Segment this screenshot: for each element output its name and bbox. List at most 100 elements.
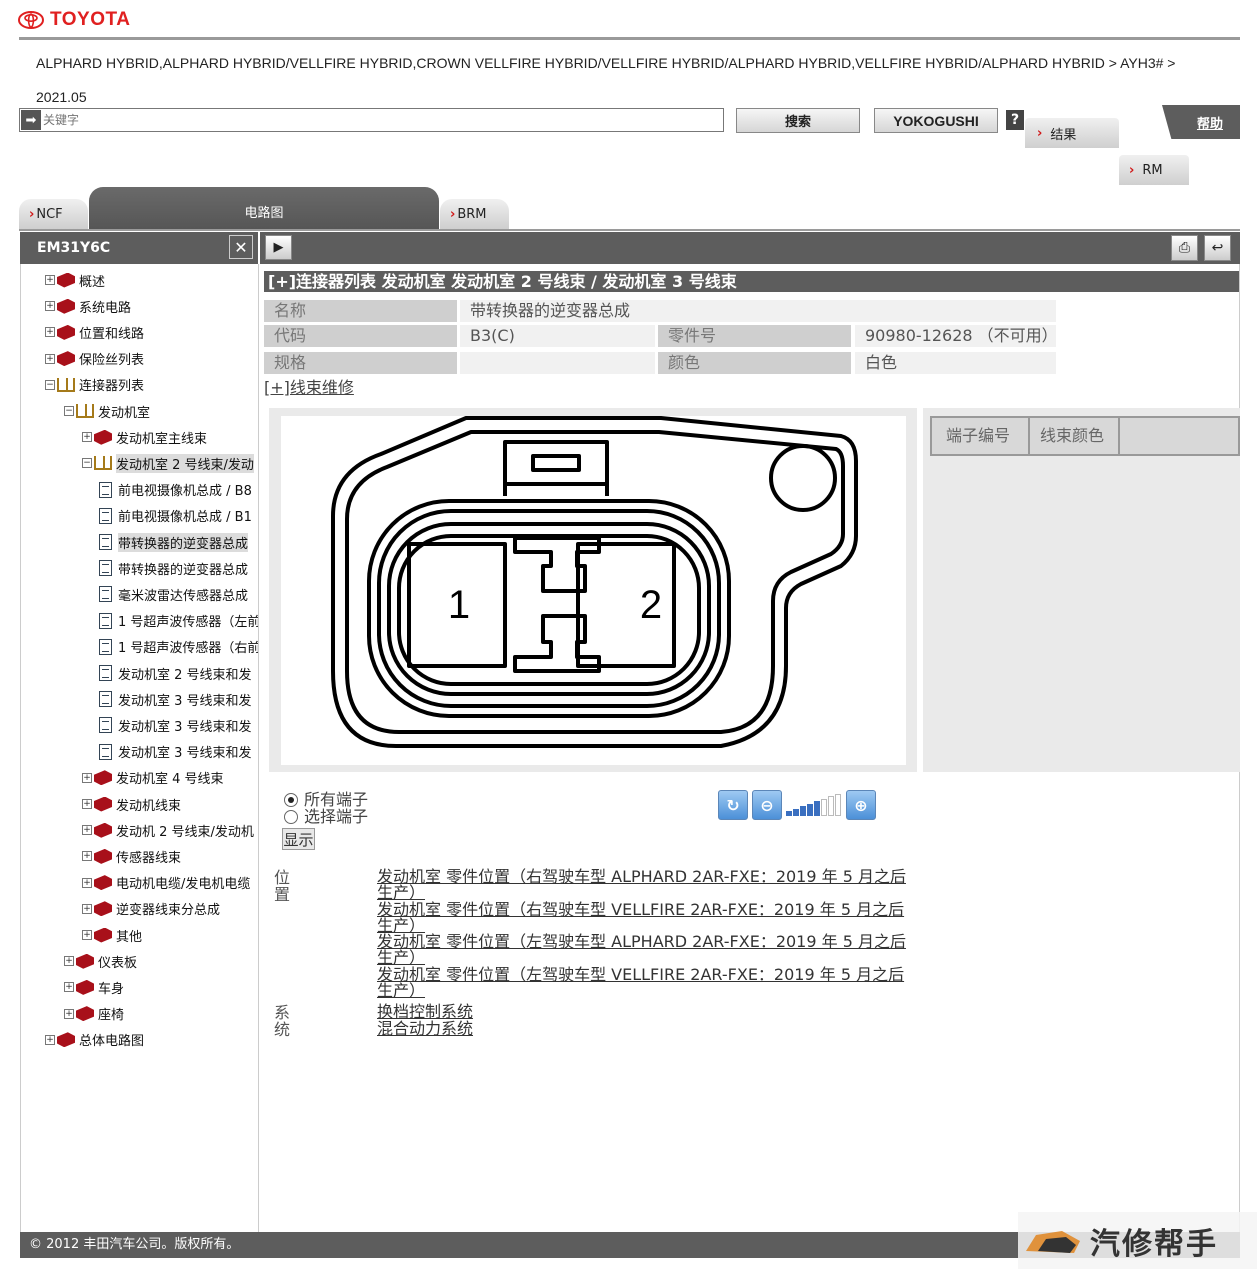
tree-item[interactable]: + 传感器线束 bbox=[82, 845, 181, 867]
tree-item[interactable]: − 连接器列表 bbox=[45, 374, 144, 396]
tree-item[interactable]: + 电动机电缆/发电机电缆 bbox=[82, 872, 250, 894]
document-icon bbox=[99, 717, 112, 734]
document-icon bbox=[99, 638, 112, 655]
closed-book-icon bbox=[94, 848, 112, 864]
close-panel-button[interactable]: ✕ bbox=[229, 235, 253, 259]
tab-ncf[interactable]: › NCF bbox=[19, 199, 88, 230]
arrow-right-icon[interactable]: ➡ bbox=[21, 110, 41, 130]
yokogushi-button[interactable]: YOKOGUSHI bbox=[874, 108, 998, 133]
tree-item-label: 发动机线束 bbox=[116, 798, 182, 814]
expand-icon[interactable]: + bbox=[82, 851, 92, 862]
help-question-icon[interactable]: ? bbox=[1006, 110, 1024, 130]
tree-item-label: 发动机室 3 号线束和发 bbox=[118, 693, 252, 709]
show-button[interactable]: 显示 bbox=[282, 828, 315, 850]
tree-item[interactable]: + 保险丝列表 bbox=[45, 348, 144, 370]
expand-icon[interactable]: + bbox=[64, 956, 74, 967]
color-label: 颜色 bbox=[658, 352, 851, 374]
tree-item[interactable]: − 发动机室 2 号线束/发动 bbox=[82, 452, 254, 474]
position-link-3[interactable]: 发动机室 零件位置（左驾驶车型 ALPHARD 2AR-FXE：2019 年 5… bbox=[377, 934, 917, 966]
tree-item[interactable]: + 车身 bbox=[64, 976, 124, 998]
collapse-icon[interactable]: − bbox=[82, 458, 92, 469]
tree-item[interactable]: + 其他 bbox=[82, 924, 142, 946]
tree-item[interactable]: + 发动机室 4 号线束 bbox=[82, 767, 224, 789]
refresh-icon[interactable]: ↻ bbox=[718, 790, 748, 820]
expand-icon[interactable]: + bbox=[82, 799, 92, 809]
zoom-out-icon[interactable]: ⊖ bbox=[752, 790, 782, 820]
tree-item[interactable]: 发动机室 3 号线束和发 bbox=[99, 714, 252, 736]
tree-item[interactable]: + 发动机室主线束 bbox=[82, 426, 207, 448]
expand-icon[interactable]: + bbox=[64, 982, 74, 993]
tree-item[interactable]: 1 号超声波传感器（右前 bbox=[99, 636, 258, 658]
expand-play-icon[interactable]: ▶ bbox=[265, 235, 292, 260]
tree-item[interactable]: − 发动机室 bbox=[64, 400, 150, 422]
left-panel-header: EM31Y6C bbox=[20, 232, 258, 264]
tree-item[interactable]: 带转换器的逆变器总成 bbox=[99, 557, 248, 579]
print-icon[interactable]: ⎙ bbox=[1171, 235, 1198, 261]
connector-title[interactable]: [+]连接器列表 发动机室 发动机室 2 号线束 / 发动机室 3 号线束 bbox=[264, 271, 1239, 292]
tree-item[interactable]: 发动机室 2 号线束和发 bbox=[99, 662, 252, 684]
expand-icon[interactable]: + bbox=[82, 877, 92, 888]
all-terminals-option[interactable]: 所有端子 bbox=[284, 791, 368, 808]
tree-item[interactable]: 发动机室 3 号线束和发 bbox=[99, 741, 252, 763]
tree-item[interactable]: + 逆变器线束分总成 bbox=[82, 898, 220, 920]
tree-item[interactable]: + 座椅 bbox=[64, 1003, 124, 1025]
tree-item-label: 逆变器线束分总成 bbox=[116, 903, 221, 919]
return-icon[interactable]: ↩ bbox=[1204, 235, 1231, 261]
tree-item[interactable]: + 发动机 2 号线束/发动机 bbox=[82, 819, 254, 841]
expand-icon[interactable]: + bbox=[45, 275, 55, 285]
tree-item[interactable]: + 系统电路 bbox=[45, 295, 131, 317]
tree-item[interactable]: 1 号超声波传感器（左前 bbox=[99, 610, 259, 632]
tree-item-label: 1 号超声波传感器（左前 bbox=[118, 615, 259, 631]
wire-repair-link[interactable]: [+]线束维修 bbox=[264, 377, 354, 399]
expand-icon[interactable]: + bbox=[45, 1034, 55, 1045]
position-link-1[interactable]: 发动机室 零件位置（右驾驶车型 ALPHARD 2AR-FXE：2019 年 5… bbox=[377, 869, 917, 901]
expand-icon[interactable]: + bbox=[45, 301, 55, 312]
tab-wiring-diagram[interactable]: 电路图 bbox=[89, 187, 439, 231]
closed-book-icon bbox=[57, 298, 75, 314]
tab-rm[interactable]: › RM bbox=[1119, 155, 1189, 185]
tree-item[interactable]: 前电视摄像机总成 / B1 bbox=[99, 505, 252, 527]
zoom-level-indicator[interactable] bbox=[784, 792, 844, 818]
tree-item[interactable]: 前电视摄像机总成 / B8 bbox=[99, 479, 252, 501]
position-link-4[interactable]: 发动机室 零件位置（左驾驶车型 VELLFIRE 2AR-FXE：2019 年 … bbox=[377, 967, 917, 999]
document-icon bbox=[99, 534, 112, 550]
expand-icon[interactable]: + bbox=[82, 432, 92, 443]
tab-help[interactable]: 帮助 bbox=[1162, 105, 1240, 139]
tab-results[interactable]: › 结果 bbox=[1025, 118, 1119, 148]
expand-icon[interactable]: + bbox=[82, 903, 92, 914]
expand-icon[interactable]: + bbox=[82, 825, 92, 836]
system-link-1[interactable]: 换档控制系统 bbox=[377, 1004, 917, 1020]
system-link-2[interactable]: 混合动力系统 bbox=[377, 1021, 917, 1037]
expand-icon[interactable]: + bbox=[82, 930, 92, 940]
expand-icon[interactable]: + bbox=[64, 1008, 74, 1019]
zoom-in-icon[interactable]: ⊕ bbox=[846, 790, 876, 820]
collapse-icon[interactable]: − bbox=[45, 379, 55, 390]
tree-item[interactable]: + 发动机线束 bbox=[82, 793, 181, 815]
radio-selected-icon[interactable] bbox=[284, 792, 298, 807]
tree-item[interactable]: + 概述 bbox=[45, 269, 105, 291]
collapse-icon[interactable]: − bbox=[64, 406, 74, 416]
document-code: EM31Y6C bbox=[37, 240, 111, 256]
tab-brm[interactable]: › BRM bbox=[440, 199, 509, 230]
tree-item-label: 前电视摄像机总成 / B1 bbox=[118, 510, 252, 526]
search-input[interactable] bbox=[43, 111, 713, 129]
tree-item[interactable]: 毫米波雷达传感器总成 bbox=[99, 583, 248, 605]
tree-item[interactable]: 带转换器的逆变器总成 bbox=[99, 531, 249, 553]
tree-item[interactable]: + 总体电路图 bbox=[45, 1029, 144, 1051]
tree-item-label: 发动机室 2 号线束和发 bbox=[118, 667, 252, 683]
expand-icon[interactable]: + bbox=[45, 353, 55, 364]
radio-unselected-icon[interactable] bbox=[284, 809, 298, 824]
tree-item[interactable]: 发动机室 3 号线束和发 bbox=[99, 688, 252, 710]
position-link-2[interactable]: 发动机室 零件位置（右驾驶车型 VELLFIRE 2AR-FXE：2019 年 … bbox=[377, 902, 917, 934]
open-book-icon bbox=[94, 456, 112, 471]
selected-terminals-option[interactable]: 选择端子 bbox=[284, 808, 368, 825]
tree-item-label: 带转换器的逆变器总成 bbox=[118, 562, 249, 578]
tree-item-label: 电动机电缆/发电机电缆 bbox=[116, 877, 251, 893]
tree-item[interactable]: + 仪表板 bbox=[64, 950, 137, 972]
zoom-step bbox=[800, 806, 806, 816]
expand-icon[interactable]: + bbox=[45, 327, 55, 338]
expand-icon[interactable]: + bbox=[82, 772, 92, 783]
breadcrumb: ALPHARD HYBRID,ALPHARD HYBRID/VELLFIRE H… bbox=[36, 46, 1236, 114]
search-button[interactable]: 搜索 bbox=[736, 108, 860, 133]
tree-item[interactable]: + 位置和线路 bbox=[45, 321, 144, 343]
